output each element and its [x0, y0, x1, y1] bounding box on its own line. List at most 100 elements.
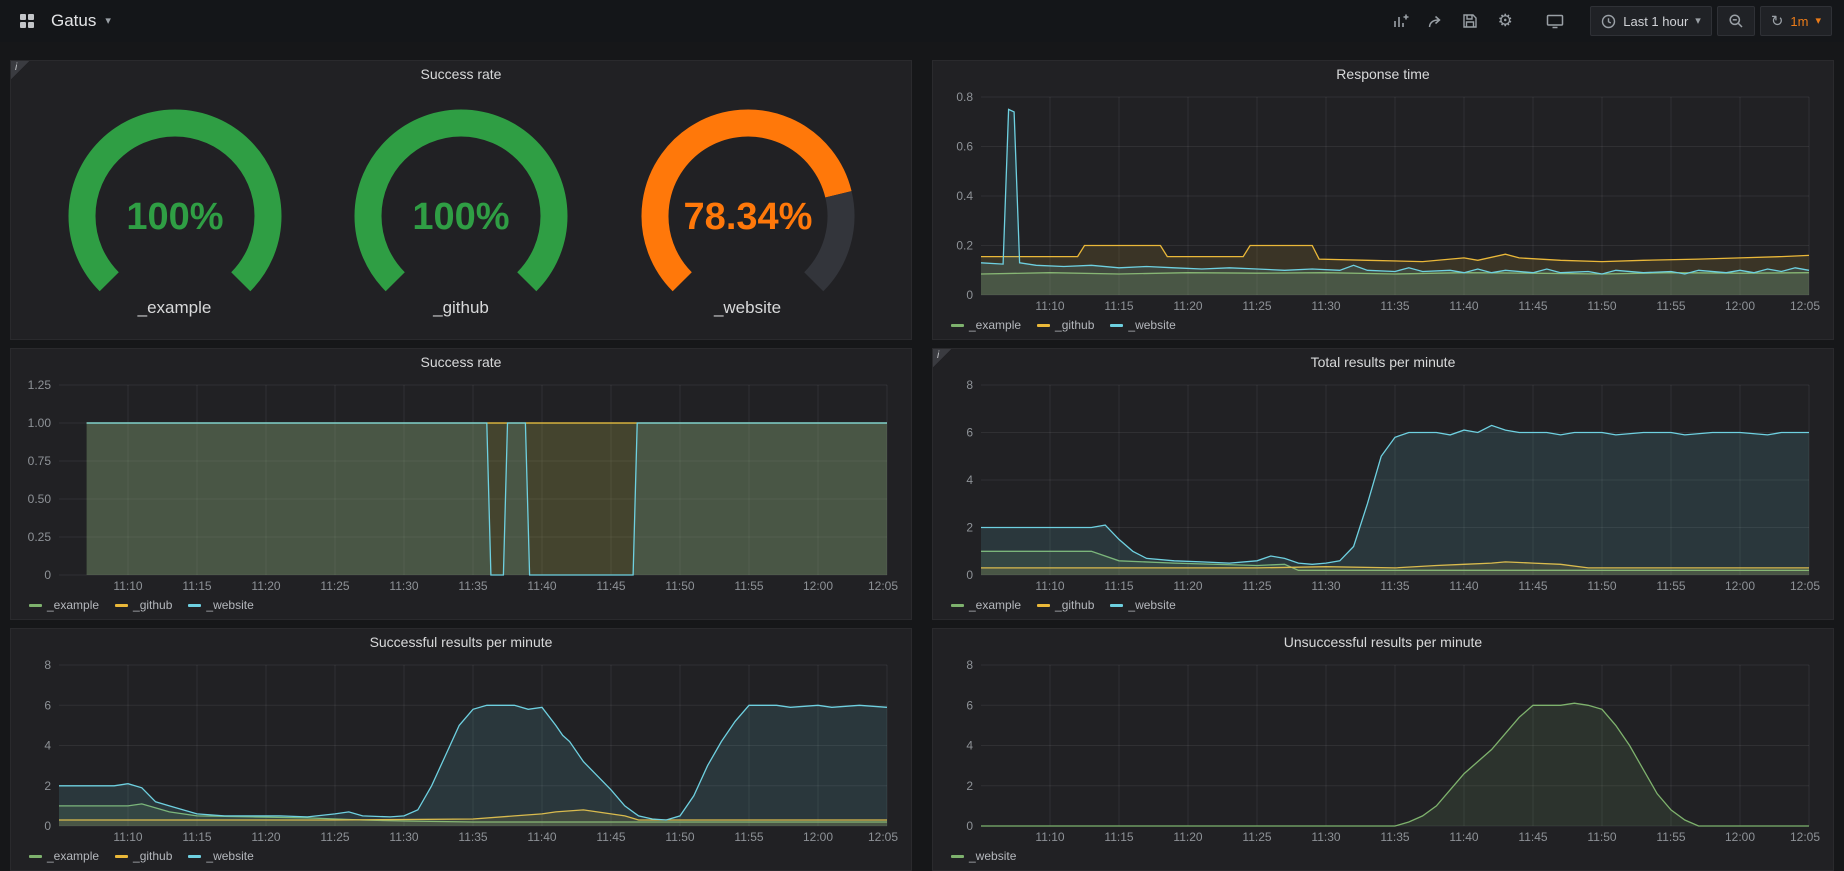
svg-text:11:40: 11:40: [1449, 830, 1478, 844]
legend-item-_github[interactable]: _github: [115, 849, 172, 863]
gauge-arc: 100%: [44, 106, 306, 304]
legend-item-_example[interactable]: _example: [29, 849, 99, 863]
svg-text:11:25: 11:25: [1242, 830, 1271, 844]
chevron-down-icon: ▾: [1695, 16, 1701, 27]
navbar: Gatus ▾ ⚙: [0, 0, 1844, 42]
legend-item-_github[interactable]: _github: [115, 598, 172, 612]
svg-text:11:20: 11:20: [251, 830, 280, 844]
svg-text:11:10: 11:10: [1035, 299, 1064, 313]
svg-text:11:55: 11:55: [1656, 299, 1685, 313]
panel-header: Response time: [933, 61, 1833, 87]
refresh-interval-label: 1m: [1790, 14, 1808, 29]
response-time-chart[interactable]: 00.20.40.60.811:1011:1511:2011:2511:3011…: [941, 89, 1825, 315]
settings-button[interactable]: ⚙: [1490, 6, 1520, 36]
chart-canvas[interactable]: 0246811:1011:1511:2011:2511:3011:3511:40…: [941, 657, 1825, 846]
legend-item-_website[interactable]: _website: [188, 598, 253, 612]
legend-item-_example[interactable]: _example: [29, 598, 99, 612]
svg-text:0: 0: [44, 568, 51, 582]
svg-text:11:20: 11:20: [1173, 830, 1202, 844]
svg-text:11:50: 11:50: [1587, 579, 1616, 593]
svg-text:11:30: 11:30: [1311, 830, 1340, 844]
svg-text:12:05: 12:05: [868, 830, 898, 844]
legend-item-_website[interactable]: _website: [1110, 318, 1175, 332]
monitor-icon: [1546, 13, 1564, 29]
svg-text:4: 4: [966, 473, 973, 487]
svg-text:0: 0: [966, 568, 973, 582]
legend-item-_website[interactable]: _website: [188, 849, 253, 863]
save-button[interactable]: [1455, 6, 1485, 36]
add-panel-icon: [1392, 13, 1409, 30]
panel-title[interactable]: Successful results per minute: [370, 634, 553, 650]
clock-icon: [1601, 14, 1616, 29]
total-results-chart[interactable]: 0246811:1011:1511:2011:2511:3011:3511:40…: [941, 377, 1825, 595]
svg-text:0.50: 0.50: [28, 492, 52, 506]
svg-text:11:25: 11:25: [1242, 299, 1271, 313]
panel-successful-results: Successful results per minute 0246811:10…: [10, 628, 912, 871]
share-button[interactable]: [1420, 6, 1450, 36]
panel-title[interactable]: Total results per minute: [1311, 354, 1456, 370]
svg-text:12:00: 12:00: [1725, 299, 1755, 313]
panel-header: Successful results per minute: [11, 629, 911, 655]
successful-results-chart[interactable]: 0246811:1011:1511:2011:2511:3011:3511:40…: [19, 657, 903, 846]
svg-text:11:35: 11:35: [458, 579, 487, 593]
panel-title[interactable]: Success rate: [421, 354, 502, 370]
gauge-title-_example: _example: [138, 298, 212, 318]
panel-title[interactable]: Response time: [1336, 66, 1429, 82]
success-rate-chart[interactable]: 00.250.500.751.001.2511:1011:1511:2011:2…: [19, 377, 903, 595]
tv-mode-button[interactable]: [1540, 6, 1570, 36]
chart-legend: _example _github _website: [19, 846, 903, 866]
legend-item-_example[interactable]: _example: [951, 318, 1021, 332]
svg-text:8: 8: [966, 658, 973, 672]
svg-text:8: 8: [44, 658, 51, 672]
svg-text:11:10: 11:10: [113, 830, 142, 844]
legend-item-_example[interactable]: _example: [951, 598, 1021, 612]
panel-info-icon[interactable]: i: [933, 349, 951, 367]
chevron-down-icon[interactable]: ▾: [105, 16, 111, 27]
svg-text:11:30: 11:30: [1311, 299, 1340, 313]
svg-text:11:45: 11:45: [1518, 579, 1547, 593]
unsuccessful-results-chart[interactable]: 0246811:1011:1511:2011:2511:3011:3511:40…: [941, 657, 1825, 846]
refresh-button[interactable]: ↻ 1m ▾: [1760, 6, 1832, 36]
legend-label: _website: [1128, 318, 1175, 332]
zoom-out-button[interactable]: [1717, 6, 1755, 36]
legend-swatch: [29, 604, 42, 607]
svg-text:2: 2: [44, 779, 51, 793]
gauge-_website: 78.34%_website: [617, 106, 879, 318]
svg-text:0.75: 0.75: [28, 454, 52, 468]
panel-header: Total results per minute: [933, 349, 1833, 375]
legend-item-_github[interactable]: _github: [1037, 598, 1094, 612]
panel-success-rate-gauges: i Success rate 100%_example100%_github78…: [10, 60, 912, 340]
chart-legend: _example _github _website: [19, 595, 903, 615]
legend-item-_github[interactable]: _github: [1037, 318, 1094, 332]
panel-title[interactable]: Unsuccessful results per minute: [1284, 634, 1482, 650]
svg-text:4: 4: [44, 739, 51, 753]
legend-item-_website[interactable]: _website: [1110, 598, 1175, 612]
svg-text:11:50: 11:50: [1587, 299, 1616, 313]
panel-title[interactable]: Success rate: [421, 66, 502, 82]
panel-info-icon[interactable]: i: [11, 61, 29, 79]
legend-swatch: [1110, 604, 1123, 607]
legend-label: _github: [1055, 318, 1094, 332]
dashboard-grid-icon[interactable]: [12, 6, 42, 36]
svg-text:11:15: 11:15: [182, 830, 211, 844]
time-range-button[interactable]: Last 1 hour ▾: [1590, 6, 1712, 36]
share-icon: [1427, 13, 1444, 30]
chart-canvas[interactable]: 00.20.40.60.811:1011:1511:2011:2511:3011…: [941, 89, 1825, 315]
svg-text:0: 0: [44, 819, 51, 833]
dashboard-grid: i Success rate 100%_example100% _github 78…: [0, 42, 1844, 871]
svg-text:6: 6: [966, 426, 973, 440]
svg-text:6: 6: [966, 698, 973, 712]
info-glyph: i: [937, 350, 939, 361]
dashboard-title[interactable]: Gatus: [51, 11, 96, 31]
chart-canvas[interactable]: 0246811:1011:1511:2011:2511:3011:3511:40…: [19, 657, 903, 846]
svg-text:11:50: 11:50: [665, 579, 694, 593]
svg-text:11:50: 11:50: [665, 830, 694, 844]
svg-text:11:35: 11:35: [1380, 579, 1409, 593]
svg-text:11:55: 11:55: [734, 830, 763, 844]
gauge-_example: 100%_example: [44, 106, 306, 318]
chart-canvas[interactable]: 0246811:1011:1511:2011:2511:3011:3511:40…: [941, 377, 1825, 595]
add-panel-button[interactable]: [1385, 6, 1415, 36]
svg-text:78.34%: 78.34%: [683, 196, 812, 238]
chart-canvas[interactable]: 00.250.500.751.001.2511:1011:1511:2011:2…: [19, 377, 903, 595]
legend-item-_website[interactable]: _website: [951, 849, 1016, 863]
